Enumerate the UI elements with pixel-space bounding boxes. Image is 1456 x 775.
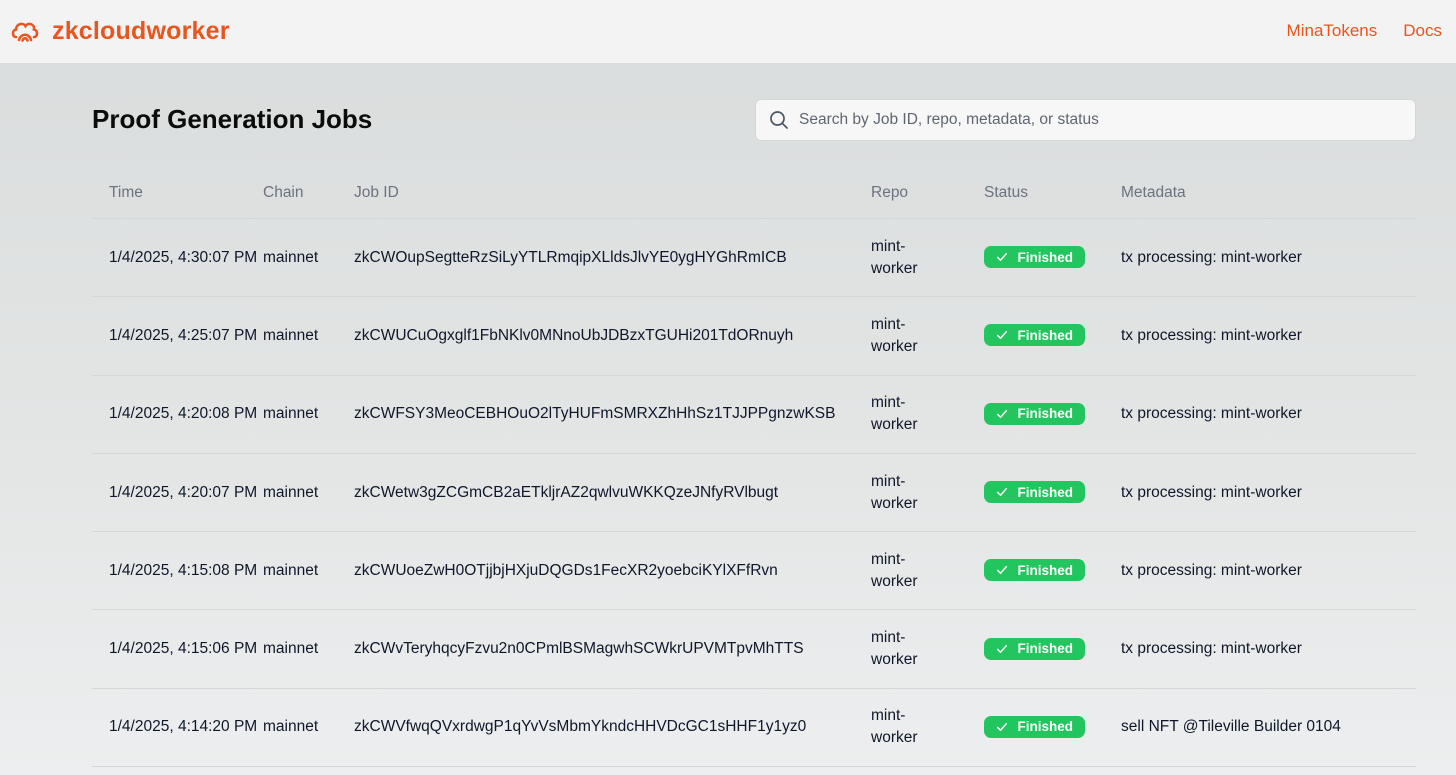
status-badge: Finished xyxy=(984,559,1085,582)
table-row[interactable]: 1/4/2025, 4:25:07 PM mainnet zkCWUCuOgxg… xyxy=(92,297,1416,376)
brand[interactable]: zkcloudworker xyxy=(10,14,230,48)
cell-metadata: tx processing: mint-worker xyxy=(1121,640,1302,658)
status-label: Finished xyxy=(1017,641,1073,657)
status-label: Finished xyxy=(1017,484,1073,500)
cell-job-id[interactable]: zkCWvTeryhqcyFzvu2n0CPmlBSMagwhSCWkrUPVM… xyxy=(354,638,871,660)
table-row[interactable]: 1/4/2025, 4:15:06 PM mainnet zkCWvTeryhq… xyxy=(92,610,1416,689)
cell-chain: mainnet xyxy=(263,718,319,736)
table-header: Time Chain Job ID Repo Status Metadata xyxy=(92,167,1416,219)
check-icon xyxy=(996,566,1007,575)
cell-repo: mint-worker xyxy=(871,629,918,669)
status-badge: Finished xyxy=(984,637,1085,660)
cell-time: 1/4/2025, 4:14:20 PM xyxy=(109,718,258,736)
search-input[interactable] xyxy=(799,100,1415,140)
cloud-logo-icon xyxy=(11,22,39,42)
column-header-status[interactable]: Status xyxy=(984,184,1121,202)
check-icon xyxy=(996,409,1007,418)
cell-chain: mainnet xyxy=(263,483,319,501)
status-badge: Finished xyxy=(984,481,1085,504)
cell-repo: mint-worker xyxy=(871,550,918,590)
cell-time: 1/4/2025, 4:15:06 PM xyxy=(109,640,258,658)
cell-job-id[interactable]: zkCWetw3gZCGmCB2aETkljrAZ2qwlvuWKKQzeJNf… xyxy=(354,482,871,504)
table-row[interactable]: 1/4/2025, 4:14:20 PM mainnet zkCWVfwqQVx… xyxy=(92,689,1416,768)
cell-repo: mint-worker xyxy=(871,707,918,747)
check-icon xyxy=(996,722,1007,731)
cell-job-id[interactable]: zkCWUCuOgxglf1FbNKlv0MNnoUbJDBzxTGUHi201… xyxy=(354,325,871,347)
status-badge: Finished xyxy=(984,324,1085,347)
top-nav: MinaTokens Docs xyxy=(1287,18,1442,44)
search-box[interactable] xyxy=(755,99,1416,141)
cell-chain: mainnet xyxy=(263,640,319,658)
cell-metadata: tx processing: mint-worker xyxy=(1121,561,1302,579)
check-icon xyxy=(996,331,1007,340)
cell-time: 1/4/2025, 4:30:07 PM xyxy=(109,248,258,266)
column-header-chain[interactable]: Chain xyxy=(263,184,354,202)
nav-link-docs[interactable]: Docs xyxy=(1403,21,1442,41)
status-label: Finished xyxy=(1017,249,1073,265)
cell-metadata: sell NFT @Tileville Builder 0104 xyxy=(1121,718,1341,736)
cell-metadata: tx processing: mint-worker xyxy=(1121,248,1302,266)
cell-job-id[interactable]: zkCWUoeZwH0OTjjbjHXjuDQGDs1FecXR2yoebciK… xyxy=(354,560,871,582)
status-label: Finished xyxy=(1017,562,1073,578)
status-label: Finished xyxy=(1017,719,1073,735)
cell-metadata: tx processing: mint-worker xyxy=(1121,483,1302,501)
page-title: Proof Generation Jobs xyxy=(92,104,373,134)
brand-name: zkcloudworker xyxy=(52,16,230,45)
cell-time: 1/4/2025, 4:20:07 PM xyxy=(109,483,258,501)
column-header-job-id[interactable]: Job ID xyxy=(354,184,871,202)
table-row[interactable]: 1/4/2025, 4:20:08 PM mainnet zkCWFSY3Meo… xyxy=(92,376,1416,454)
jobs-table: Time Chain Job ID Repo Status Metadata 1… xyxy=(92,167,1416,768)
check-icon xyxy=(996,488,1007,497)
check-icon xyxy=(996,253,1007,262)
cell-time: 1/4/2025, 4:25:07 PM xyxy=(109,326,258,344)
cell-repo: mint-worker xyxy=(871,394,918,434)
status-label: Finished xyxy=(1017,406,1073,422)
nav-link-minatokens[interactable]: MinaTokens xyxy=(1287,21,1378,41)
table-row[interactable]: 1/4/2025, 4:15:08 PM mainnet zkCWUoeZwH0… xyxy=(92,532,1416,611)
cell-repo: mint-worker xyxy=(871,472,918,512)
cell-chain: mainnet xyxy=(263,561,319,579)
cell-repo: mint-worker xyxy=(871,315,918,355)
cell-metadata: tx processing: mint-worker xyxy=(1121,326,1302,344)
check-icon xyxy=(996,644,1007,653)
top-bar: zkcloudworker MinaTokens Docs xyxy=(0,0,1456,64)
cell-time: 1/4/2025, 4:15:08 PM xyxy=(109,561,258,579)
search-icon xyxy=(770,111,788,129)
table-row[interactable]: 1/4/2025, 4:20:07 PM mainnet zkCWetw3gZC… xyxy=(92,454,1416,533)
cell-chain: mainnet xyxy=(263,405,319,423)
column-header-repo[interactable]: Repo xyxy=(871,184,984,202)
cell-metadata: tx processing: mint-worker xyxy=(1121,405,1302,423)
status-badge: Finished xyxy=(984,715,1085,738)
status-badge: Finished xyxy=(984,402,1085,425)
column-header-time[interactable]: Time xyxy=(92,184,263,202)
cell-job-id[interactable]: zkCWFSY3MeoCEBHOuO2lTyHUFmSMRXZhHhSz1TJJ… xyxy=(354,403,871,425)
cell-job-id[interactable]: zkCWVfwqQVxrdwgP1qYvVsMbmYkndcHHVDcGC1sH… xyxy=(354,716,871,738)
column-header-metadata[interactable]: Metadata xyxy=(1121,184,1416,202)
cell-chain: mainnet xyxy=(263,326,319,344)
cell-repo: mint-worker xyxy=(871,237,918,277)
table-row[interactable]: 1/4/2025, 4:30:07 PM mainnet zkCWOupSegt… xyxy=(92,219,1416,298)
cell-job-id[interactable]: zkCWOupSegtteRzSiLyYTLRmqipXLldsJlvYE0yg… xyxy=(354,247,871,269)
cell-chain: mainnet xyxy=(263,248,319,266)
status-badge: Finished xyxy=(984,246,1085,269)
cell-time: 1/4/2025, 4:20:08 PM xyxy=(109,405,258,423)
status-label: Finished xyxy=(1017,327,1073,343)
